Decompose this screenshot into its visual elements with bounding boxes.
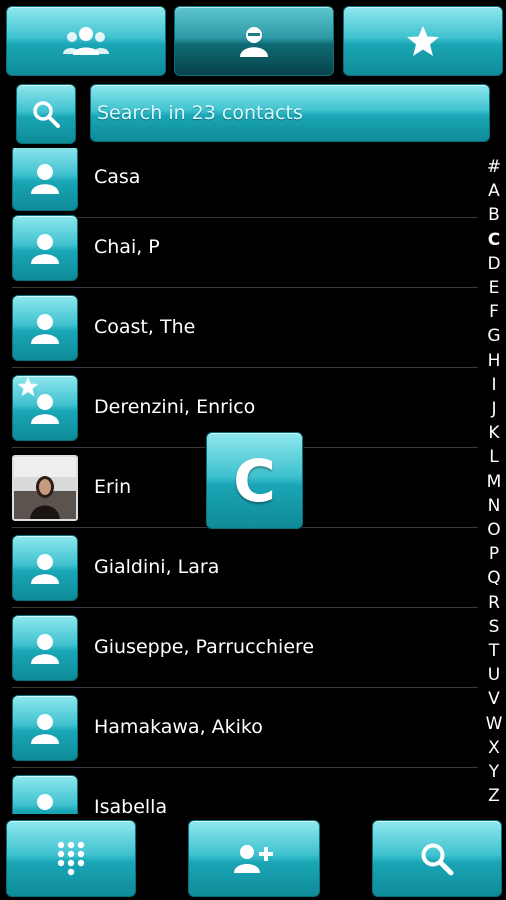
contact-row[interactable]: Gialdini, Lara bbox=[0, 528, 478, 608]
alphabet-letter[interactable]: C bbox=[482, 228, 506, 252]
alphabet-letter[interactable]: D bbox=[482, 252, 506, 276]
contact-name: Giuseppe, Parrucchiere bbox=[94, 636, 315, 658]
contact-name: Coast, The bbox=[94, 316, 196, 338]
photo-image bbox=[14, 457, 76, 519]
contact-name: Erin bbox=[94, 476, 132, 498]
contact-icon bbox=[37, 794, 53, 810]
tab-groups[interactable] bbox=[6, 6, 166, 76]
contact-icon bbox=[31, 164, 59, 194]
alphabet-letter[interactable]: J bbox=[482, 397, 506, 421]
alphabet-letter[interactable]: K bbox=[482, 421, 506, 445]
alphabet-letter[interactable]: P bbox=[482, 542, 506, 566]
contact-name: Derenzini, Enrico bbox=[94, 396, 256, 418]
search-icon bbox=[33, 101, 60, 128]
contact-avatar[interactable] bbox=[12, 375, 78, 441]
alphabet-letter[interactable]: X bbox=[482, 736, 506, 760]
alphabet-letter[interactable]: A bbox=[482, 179, 506, 203]
alphabet-letter[interactable]: L bbox=[482, 445, 506, 469]
alphabet-letter[interactable]: N bbox=[482, 494, 506, 518]
contact-row[interactable]: Coast, The bbox=[0, 288, 478, 368]
alphabet-letter[interactable]: S bbox=[482, 615, 506, 639]
alphabet-letter[interactable]: Y bbox=[482, 760, 506, 784]
alphabet-letter[interactable]: # bbox=[482, 155, 506, 179]
contact-avatar[interactable] bbox=[12, 695, 78, 761]
contact-name: Casa bbox=[94, 166, 141, 188]
contact-avatar[interactable] bbox=[12, 615, 78, 681]
alphabet-letter[interactable]: B bbox=[482, 203, 506, 227]
contact-icon bbox=[31, 554, 59, 584]
dialpad-button[interactable] bbox=[6, 820, 136, 897]
alphabet-letter[interactable]: I bbox=[482, 373, 506, 397]
contact-name: Chai, P bbox=[94, 236, 160, 258]
contact-avatar[interactable] bbox=[12, 148, 78, 211]
contact-avatar[interactable] bbox=[12, 215, 78, 281]
alphabet-letter[interactable]: M bbox=[482, 470, 506, 494]
alphabet-letter[interactable]: Z bbox=[482, 784, 506, 808]
tab-favorites[interactable] bbox=[343, 6, 503, 76]
contact-row[interactable]: Isabella bbox=[0, 768, 478, 814]
contact-name: Isabella bbox=[94, 796, 168, 814]
star-icon bbox=[407, 26, 439, 56]
contact-row[interactable]: Giuseppe, Parrucchiere bbox=[0, 608, 478, 688]
alphabet-letter[interactable]: Q bbox=[482, 566, 506, 590]
alphabet-letter[interactable]: R bbox=[482, 591, 506, 615]
contact-avatar[interactable] bbox=[12, 535, 78, 601]
search-input[interactable]: Search in 23 contacts bbox=[90, 84, 490, 142]
letter-overlay: C bbox=[206, 432, 303, 529]
alphabet-letter[interactable]: E bbox=[482, 276, 506, 300]
contact-row[interactable]: Chai, P bbox=[0, 208, 478, 288]
contact-avatar[interactable] bbox=[12, 775, 78, 814]
bottom-search-button[interactable] bbox=[372, 820, 502, 897]
contact-name: Hamakawa, Akiko bbox=[94, 716, 263, 738]
alphabet-letter[interactable]: W bbox=[482, 712, 506, 736]
contact-icon bbox=[31, 634, 59, 664]
contact-icon bbox=[31, 234, 59, 264]
alphabet-letter[interactable]: T bbox=[482, 639, 506, 663]
alphabet-letter[interactable]: O bbox=[482, 518, 506, 542]
add-contact-icon bbox=[234, 844, 273, 873]
contact-icon bbox=[31, 714, 59, 744]
favorite-star-icon bbox=[17, 376, 39, 397]
tab-contacts[interactable] bbox=[174, 6, 334, 76]
alphabet-letter[interactable]: U bbox=[482, 663, 506, 687]
alphabet-index[interactable]: # A B C D E F G H I J K L M N O P Q R S T U V W X Y Z bbox=[482, 155, 506, 808]
search-icon bbox=[421, 843, 454, 875]
contact-avatar[interactable] bbox=[12, 295, 78, 361]
contact-row[interactable]: Hamakawa, Akiko bbox=[0, 688, 478, 768]
contact-icon bbox=[31, 314, 59, 344]
add-contact-button[interactable] bbox=[188, 820, 320, 897]
search-button[interactable] bbox=[16, 84, 76, 144]
contact-photo[interactable] bbox=[12, 455, 78, 521]
groups-icon bbox=[63, 27, 109, 55]
alphabet-letter[interactable]: F bbox=[482, 300, 506, 324]
alphabet-letter[interactable]: G bbox=[482, 324, 506, 348]
search-placeholder: Search in 23 contacts bbox=[97, 102, 303, 124]
alphabet-letter[interactable]: V bbox=[482, 687, 506, 711]
alphabet-letter[interactable]: H bbox=[482, 349, 506, 373]
dialpad-icon bbox=[57, 841, 85, 875]
contact-name: Gialdini, Lara bbox=[94, 556, 220, 578]
contact-icon bbox=[240, 27, 268, 57]
